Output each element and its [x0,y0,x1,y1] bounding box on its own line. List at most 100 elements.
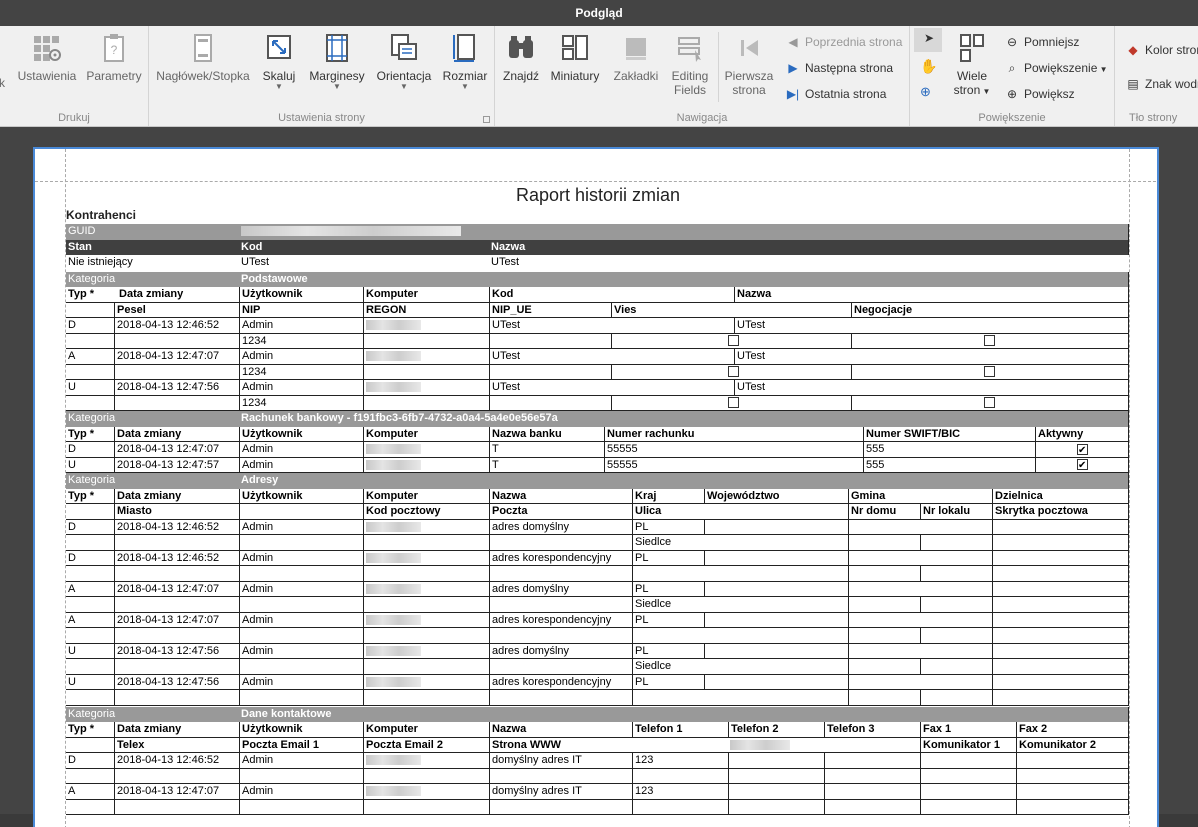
cell: adres domyślny [489,519,632,534]
preview-canvas[interactable]: Raport historii zmian Kontrahenci GUID St… [0,127,1198,827]
thumbnails-button[interactable]: Miniatury [547,32,603,83]
cell: 555 [863,442,1035,457]
cell [363,799,489,814]
zoom-out-button[interactable]: ⊖ Pomniejsz [1004,32,1079,52]
table-row-detail: 1234 [66,364,1129,380]
margins-button[interactable]: Marginesy ▼ [307,32,367,91]
multiple-pages-label: Wiele [956,69,987,83]
cell [489,333,611,348]
cell: adres korespondencyjny [489,612,632,627]
cell: NIP [239,302,363,317]
redacted-value [366,583,421,594]
cell: Admin [239,550,363,565]
watermark-button[interactable]: ▤ Znak wodn [1125,74,1198,94]
cell: Poczta Email 2 [363,737,489,752]
cell [363,690,489,705]
scale-button[interactable]: Skaluj ▼ [257,32,301,91]
orientation-button[interactable]: Orientacja ▼ [373,32,435,91]
table-row-detail [66,799,1129,815]
hand-tool-icon[interactable]: ✋ [920,58,937,75]
page-color-button[interactable]: ◆ Kolor stron [1125,40,1198,60]
cell [114,799,239,814]
cell [114,535,239,550]
cell [704,581,848,596]
paint-bucket-icon: ◆ [1128,43,1138,57]
cell [239,799,363,814]
previous-page-button[interactable]: ◀ Poprzednia strona [785,32,902,52]
find-button[interactable]: Znajdź [501,32,541,83]
cell: UTest [489,380,734,395]
category-adresy: Kategoria Adresy [66,473,1129,489]
cell: Pesel [114,302,239,317]
table-border [1128,706,1129,722]
table-row: A 2018-04-13 12:47:07 Admin adres domyślny P… [66,581,1129,597]
editing-fields-button[interactable]: Editing Fields [665,32,715,97]
pointer-tool-button[interactable]: ➤ [914,28,942,52]
cell [992,550,1129,565]
cell [114,566,239,581]
cell [728,784,824,799]
group-label-navigation: Nawigacja [676,112,728,124]
cell: UTest [734,380,1129,395]
cell: Typ * [68,288,95,300]
editing-fields-icon [678,37,701,62]
table-border [1128,333,1129,348]
table-border [1128,411,1129,427]
cell [66,769,114,784]
scale-label: Skaluj [262,69,296,83]
table-border [1128,566,1129,581]
scale-icon [267,35,291,59]
cell [66,334,114,349]
print-button-fragment[interactable]: k [0,76,8,90]
cell [851,333,1129,348]
first-page-button[interactable]: Pierwsza strona [723,32,775,97]
cell: 2018-04-13 12:47:07 [114,581,239,596]
cell: Admin [239,380,363,395]
cell: Komputer [363,426,489,441]
zoom-dropdown[interactable]: ⌕ Powiększenie ▼ [1004,58,1108,78]
category-kontakt: Kategoria Dane kontaktowe [66,706,1129,722]
cell [363,318,489,333]
cell: Telefon 1 [632,722,728,737]
zoom-tool-icon[interactable]: ⊕ [920,84,931,100]
cell [992,581,1129,596]
next-page-label: Następna strona [805,61,894,75]
cell [632,566,848,581]
checkbox-icon [984,366,995,378]
cell [239,628,363,643]
size-button[interactable]: Rozmiar ▼ [439,32,491,91]
cell: Poczta Email 1 [239,737,363,752]
bookmarks-button[interactable]: Zakładki [611,32,661,83]
cell [66,303,114,318]
cell: Komputer [363,722,489,737]
cell [363,659,489,674]
cell [704,612,848,627]
cell: Nazwa [734,287,1129,302]
table-row: U 2018-04-13 12:47:56 Admin adres domyślny P… [66,643,1129,659]
zoom-in-button[interactable]: ⊕ Powiększ [1004,84,1075,104]
table-row: U 2018-04-13 12:47:56 Admin UTest UTest [66,380,1129,396]
group-label-page-background: Tło strony [1129,112,1178,124]
header-footer-button[interactable]: Nagłówek/Stopka [155,32,251,83]
cell: Admin [239,442,363,457]
cell [632,628,848,643]
next-page-button[interactable]: ▶ Następna strona [785,58,893,78]
col-nazwa: Nazwa [491,240,526,253]
cell: D [68,551,76,564]
cell [848,597,920,612]
cell: Nazwa [489,488,632,503]
last-page-button[interactable]: ▶| Ostatnia strona [785,84,887,104]
settings-button[interactable]: Ustawienia [14,32,80,83]
zoom-dropdown-label: Powiększenie [1024,61,1098,75]
cell [992,674,1129,689]
cell: Admin [239,643,363,658]
multiple-pages-button[interactable]: Wiele stron ▼ [950,32,994,97]
group-drukuj: k Ustawienia ? Parametry Drukuj [0,26,149,126]
table-row: D 2018-04-13 12:47:07 Admin T 55555 555 [66,442,1129,458]
table-row-detail [66,768,1129,784]
header-row: Typ * Data zmiany Użytkownik Komputer Kod Na… [66,287,1129,303]
parameters-button[interactable]: ? Parametry [84,32,144,83]
dialog-launcher-icon[interactable] [483,116,490,123]
first-page-label: Pierwsza [724,69,774,83]
cell: 555 [863,457,1035,472]
